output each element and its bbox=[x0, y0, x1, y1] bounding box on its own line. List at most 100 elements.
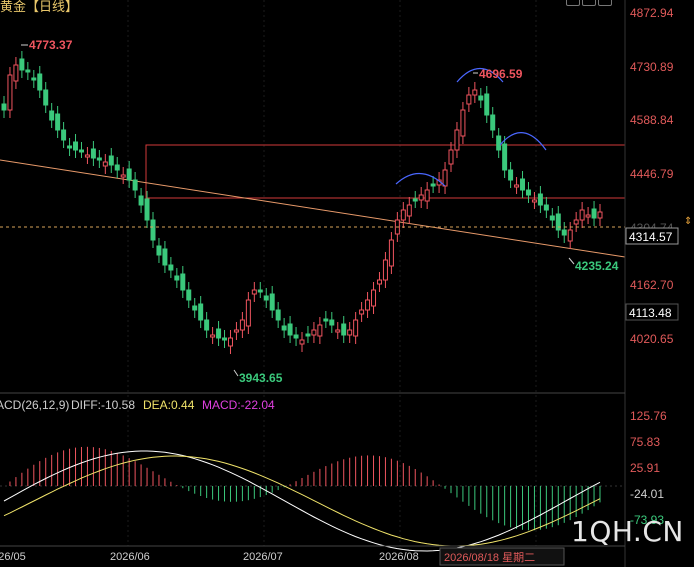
candle bbox=[96, 157, 102, 161]
time-label: 2026/05 bbox=[0, 551, 26, 563]
candle bbox=[484, 93, 490, 116]
candle bbox=[567, 229, 573, 242]
candle bbox=[460, 109, 466, 137]
candle bbox=[323, 318, 329, 322]
candle bbox=[251, 289, 257, 295]
candle bbox=[490, 114, 496, 131]
candle bbox=[31, 77, 37, 81]
candle bbox=[299, 339, 305, 345]
candle bbox=[400, 209, 406, 221]
candle bbox=[466, 94, 472, 105]
candle bbox=[442, 169, 448, 187]
candle bbox=[287, 323, 293, 336]
candle bbox=[150, 219, 156, 241]
candle bbox=[418, 194, 424, 201]
candle bbox=[353, 319, 359, 337]
candle bbox=[579, 209, 585, 221]
candle bbox=[561, 229, 567, 236]
candle bbox=[210, 334, 216, 338]
candle bbox=[67, 145, 73, 149]
candle bbox=[376, 279, 382, 285]
candle bbox=[382, 259, 388, 281]
candle bbox=[162, 248, 168, 266]
price-tick: 4020.65 bbox=[630, 332, 674, 346]
candle bbox=[102, 161, 108, 167]
recent-low-label: 4235.24 bbox=[575, 259, 619, 273]
price-tick: 4588.84 bbox=[630, 113, 674, 127]
chart-canvas: 4872.94 4730.89 4588.84 4446.79 4304.74 … bbox=[0, 0, 692, 567]
candle bbox=[454, 129, 460, 151]
candle bbox=[508, 169, 514, 181]
price-axis: 4872.94 4730.89 4588.84 4446.79 4304.74 … bbox=[630, 6, 674, 346]
macd-tick: -24.01 bbox=[630, 487, 664, 501]
candle bbox=[227, 337, 233, 347]
candle bbox=[90, 148, 96, 159]
candle bbox=[388, 239, 394, 267]
price-tick: 4446.79 bbox=[630, 167, 674, 181]
candle bbox=[347, 329, 353, 336]
candle bbox=[186, 289, 192, 301]
candle bbox=[305, 333, 311, 337]
macd-dea: DEA:0.44 bbox=[143, 398, 195, 412]
watermark: 1QH.CN bbox=[571, 515, 684, 548]
time-label: 2026/08 bbox=[379, 551, 419, 563]
time-label: 2026/07 bbox=[243, 551, 283, 563]
candle bbox=[472, 89, 478, 96]
candle bbox=[132, 179, 138, 191]
candle bbox=[281, 325, 287, 331]
candle bbox=[448, 149, 454, 165]
candle bbox=[257, 289, 263, 293]
cursor-date-label: 2026/08/18 星期二 bbox=[444, 551, 535, 564]
candle bbox=[573, 219, 579, 225]
price-tick: 4162.70 bbox=[630, 278, 674, 292]
macd-header: MACD(26,12,9) DIFF:-10.58 DEA:0.44 MACD:… bbox=[0, 398, 275, 412]
time-label: 2026/06 bbox=[110, 551, 150, 563]
peak-label: 4696.59 bbox=[479, 67, 523, 81]
candles bbox=[1, 51, 603, 354]
candle bbox=[478, 95, 484, 101]
macd-label: MACD(26,12,9) bbox=[0, 398, 69, 412]
candle bbox=[13, 64, 19, 82]
candle bbox=[204, 319, 210, 331]
time-axis: 2026/05 2026/06 2026/07 2026/08 bbox=[0, 551, 419, 563]
candle bbox=[263, 295, 269, 301]
candle bbox=[108, 155, 114, 166]
candle bbox=[144, 198, 150, 221]
candle bbox=[216, 328, 222, 339]
candle bbox=[597, 211, 603, 219]
candle bbox=[525, 189, 531, 196]
candle bbox=[192, 305, 198, 311]
candle bbox=[73, 141, 79, 151]
candle bbox=[514, 184, 520, 188]
candle bbox=[520, 178, 526, 191]
candle bbox=[7, 74, 13, 111]
candle bbox=[114, 164, 120, 171]
secondary-price-label: 4113.48 bbox=[629, 306, 672, 320]
candle bbox=[245, 299, 251, 327]
candle bbox=[317, 324, 323, 337]
candle bbox=[43, 89, 49, 106]
candle bbox=[233, 329, 239, 333]
candle bbox=[269, 293, 275, 311]
candle bbox=[1, 103, 7, 111]
price-tick: 4872.94 bbox=[630, 6, 674, 20]
candle bbox=[502, 143, 508, 171]
candle bbox=[496, 135, 502, 151]
candle bbox=[239, 319, 245, 331]
candle bbox=[222, 337, 228, 341]
macd-tick: 125.76 bbox=[630, 409, 667, 423]
candle bbox=[126, 168, 132, 181]
candle bbox=[585, 214, 591, 218]
range-box bbox=[145, 144, 626, 199]
candle bbox=[156, 245, 162, 256]
current-price-label: 4314.57 bbox=[629, 230, 673, 244]
macd-tick: 75.83 bbox=[630, 435, 660, 449]
candle bbox=[329, 319, 335, 326]
candle bbox=[55, 113, 61, 131]
candle bbox=[371, 289, 377, 307]
candle bbox=[365, 299, 371, 311]
candle bbox=[78, 149, 84, 153]
candle bbox=[180, 273, 186, 291]
candle bbox=[311, 329, 317, 336]
candle bbox=[424, 189, 430, 202]
